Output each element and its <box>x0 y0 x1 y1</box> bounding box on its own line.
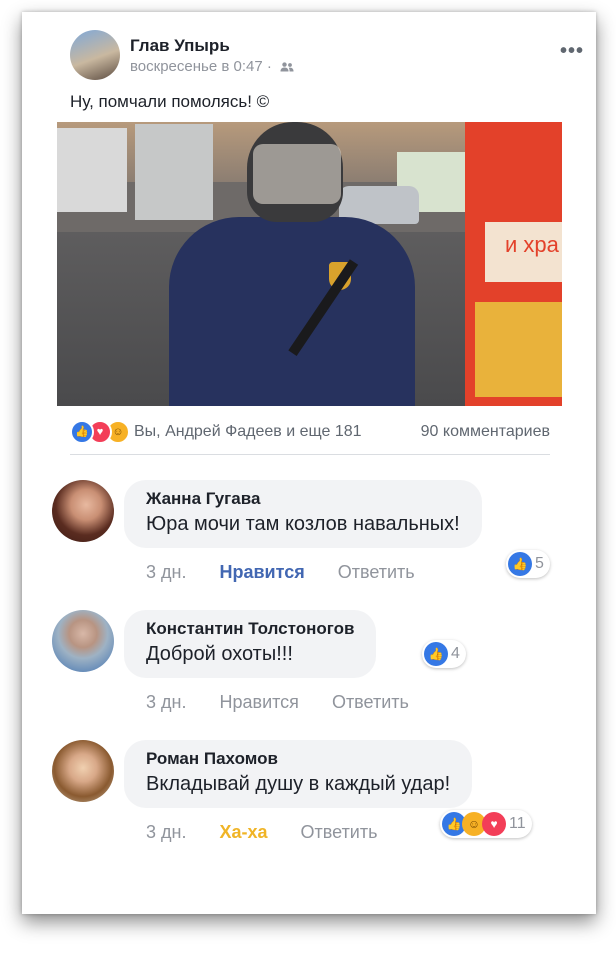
comment-bubble: Константин Толстоногов Доброй охоты!!! <box>124 610 377 678</box>
post-time[interactable]: воскресенье в 0:47 · <box>130 58 272 75</box>
comment-reply-button[interactable]: Ответить <box>338 562 415 582</box>
author-avatar[interactable] <box>70 30 120 80</box>
comment-actions: 3 дн. Нравится Ответить <box>146 562 443 583</box>
comment: Константин Толстоногов Доброй охоты!!! 3… <box>52 610 572 720</box>
comment-actions: 3 дн. Нравится Ответить <box>146 692 437 713</box>
comment-time[interactable]: 3 дн. <box>146 692 186 712</box>
comment-reactions[interactable]: 👍 5 <box>506 550 550 578</box>
comment-time[interactable]: 3 дн. <box>146 562 186 582</box>
comment-like-button[interactable]: Нравится <box>219 692 298 712</box>
comment-text: Вкладывай душу в каждый удар! <box>146 773 451 795</box>
reaction-count: 11 <box>509 815 526 832</box>
commenter-avatar[interactable] <box>52 740 114 802</box>
like-icon: 👍 <box>424 642 448 666</box>
photo-bus-lettering: и хра <box>505 232 559 257</box>
like-icon: 👍 <box>508 552 532 576</box>
photo-truck <box>135 124 213 220</box>
post-photo[interactable]: и хра <box>57 122 562 406</box>
comments-count[interactable]: 90 комментариев <box>421 423 550 441</box>
friends-icon <box>280 62 294 72</box>
comment-bubble: Роман Пахомов Вкладывай душу в каждый уд… <box>124 740 473 808</box>
photo-truck <box>57 128 127 212</box>
commenter-avatar[interactable] <box>52 610 114 672</box>
commenter-avatar[interactable] <box>52 480 114 542</box>
comment-text: Юра мочи там козлов навальных! <box>146 513 460 535</box>
love-icon: ♥ <box>482 812 506 836</box>
comment-like-button[interactable]: Нравится <box>219 562 304 582</box>
commenter-name[interactable]: Роман Пахомов <box>146 748 450 770</box>
photo-red-bus <box>465 122 562 406</box>
comment: Жанна Гугава Юра мочи там козлов навальн… <box>52 480 572 590</box>
commenter-name[interactable]: Константин Толстоногов <box>146 618 354 640</box>
commenter-name[interactable]: Жанна Гугава <box>146 488 460 510</box>
comment-haha-button[interactable]: Ха-ха <box>219 822 267 842</box>
post-header: Глав Упырь воскресенье в 0:47 · ••• <box>70 30 583 82</box>
photo-bus-stripe <box>475 302 562 397</box>
author-name[interactable]: Глав Упырь <box>130 36 230 56</box>
reactions-bar: 👍 ♥ ☺ Вы, Андрей Фадеев и еще 181 90 ком… <box>70 420 550 446</box>
post-meta: воскресенье в 0:47 · <box>130 58 294 75</box>
photo-visor <box>253 144 341 204</box>
post-card: Глав Упырь воскресенье в 0:47 · ••• Ну, … <box>22 12 596 914</box>
comment-bubble: Жанна Гугава Юра мочи там козлов навальн… <box>124 480 482 548</box>
comment-actions: 3 дн. Ха-ха Ответить <box>146 822 406 843</box>
comment-time[interactable]: 3 дн. <box>146 822 186 842</box>
comment-reply-button[interactable]: Ответить <box>332 692 409 712</box>
reactions-summary[interactable]: Вы, Андрей Фадеев и еще 181 <box>134 423 362 441</box>
photo-officer <box>169 217 415 406</box>
divider <box>70 454 550 455</box>
comment-reactions[interactable]: 👍 4 <box>422 640 466 668</box>
comment-reply-button[interactable]: Ответить <box>301 822 378 842</box>
reaction-count: 5 <box>535 555 544 572</box>
post-text: Ну, помчали помолясь! © <box>70 92 270 111</box>
more-options-icon[interactable]: ••• <box>560 40 584 63</box>
reaction-count: 4 <box>451 645 460 662</box>
comment-text: Доброй охоты!!! <box>146 643 293 665</box>
like-icon[interactable]: 👍 <box>70 420 94 444</box>
comment-reactions[interactable]: 👍 ☺ ♥ 11 <box>440 810 532 838</box>
comment: Роман Пахомов Вкладывай душу в каждый уд… <box>52 740 572 850</box>
